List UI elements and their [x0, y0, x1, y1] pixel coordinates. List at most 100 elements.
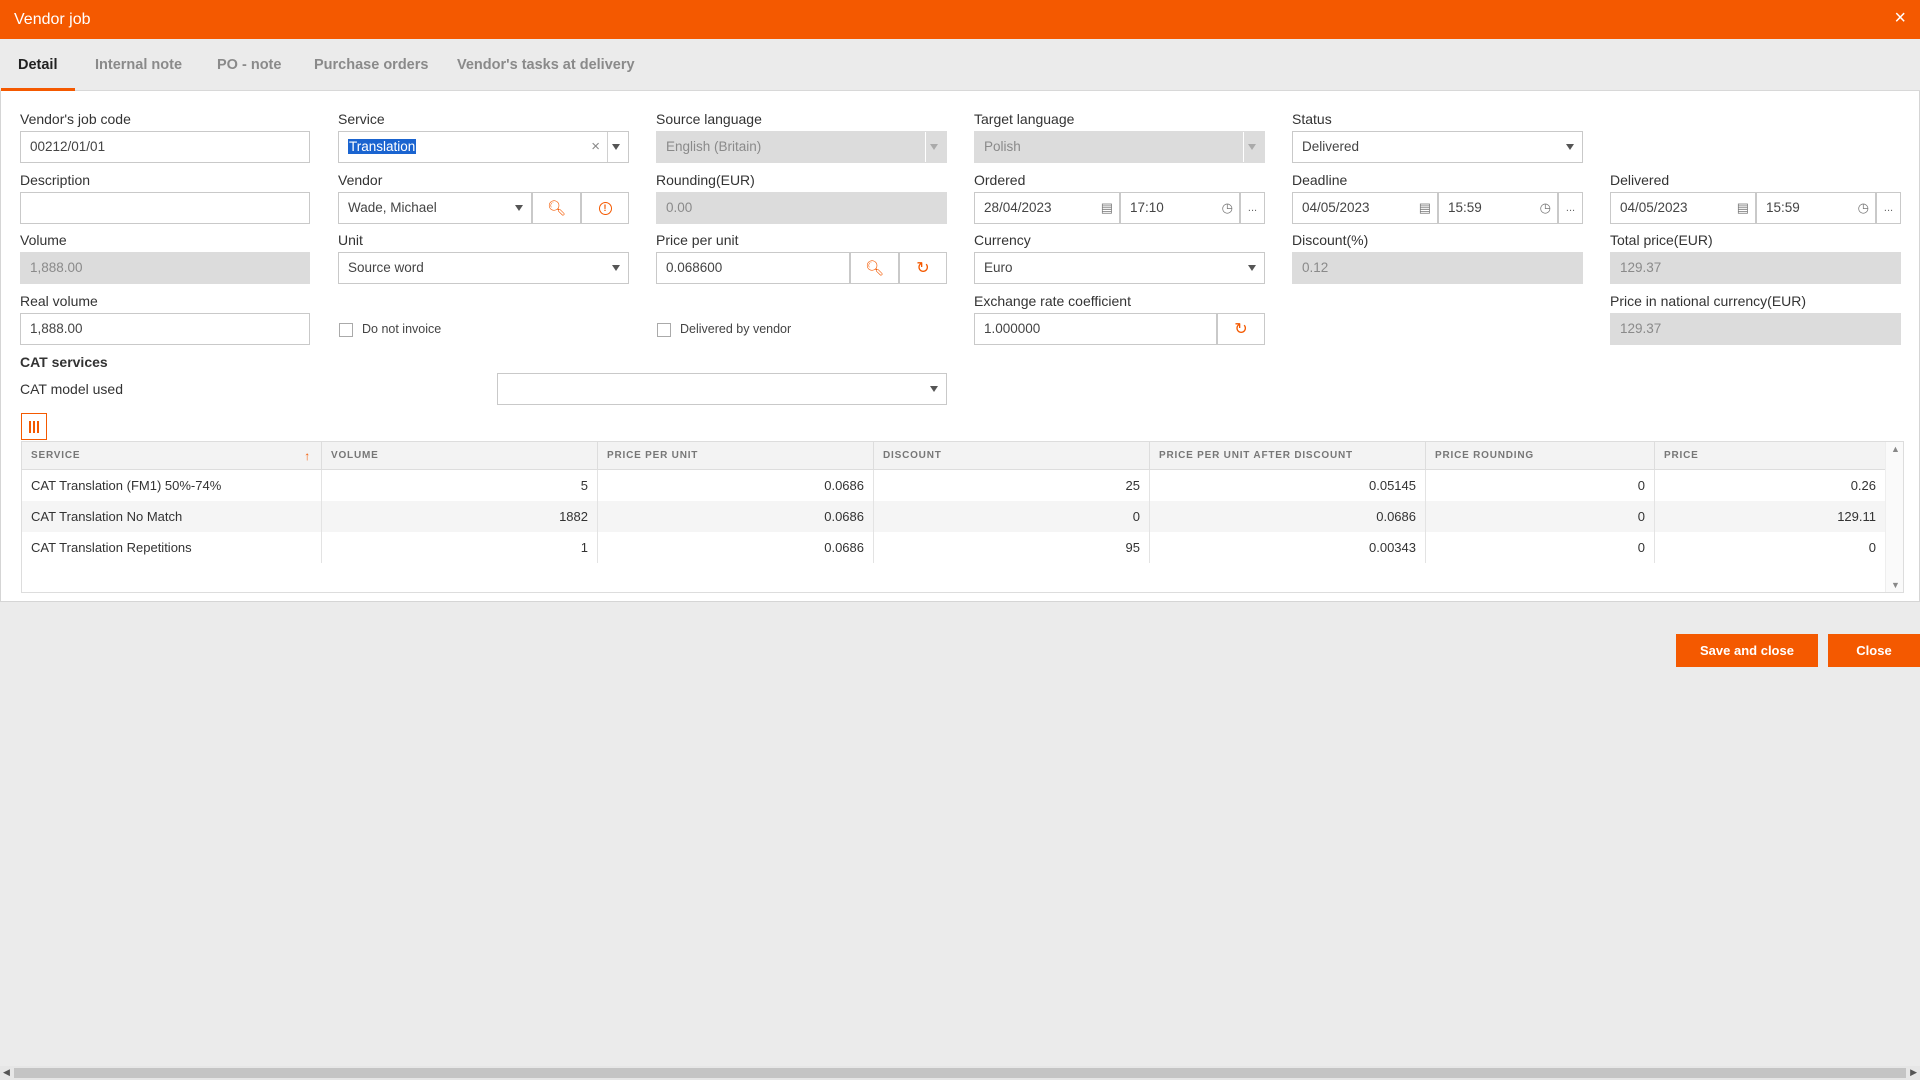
tab-purchase-orders[interactable]: Purchase orders — [314, 39, 428, 91]
ordered-more-button[interactable]: ... — [1240, 192, 1265, 224]
column-header-price-per-unit[interactable]: PRICE PER UNIT — [598, 442, 874, 470]
target-language-label: Target language — [974, 111, 1075, 127]
source-language-select[interactable]: English (Britain) — [656, 131, 947, 163]
delivered-time-input[interactable]: 15:59 ◷ — [1756, 192, 1876, 224]
chevron-down-icon — [1248, 265, 1256, 271]
ordered-time-value: 17:10 — [1130, 200, 1164, 215]
ordered-date-value: 28/04/2023 — [984, 200, 1052, 215]
discount-input: 0.12 — [1292, 252, 1583, 284]
page-horizontal-scrollbar[interactable]: ◀ ▶ — [0, 1066, 1920, 1080]
cat-model-select[interactable] — [497, 373, 947, 405]
price-national-value: 129.37 — [1620, 321, 1662, 336]
deadline-date-input[interactable]: 04/05/2023 ▤ — [1292, 192, 1438, 224]
vendor-value: Wade, Michael — [348, 200, 437, 215]
cell-price-rounding: 0 — [1426, 501, 1655, 532]
chevron-down-icon — [515, 205, 523, 211]
ordered-time-input[interactable]: 17:10 ◷ — [1120, 192, 1240, 224]
service-select[interactable]: Translation × — [338, 131, 629, 163]
ordered-date-input[interactable]: 28/04/2023 ▤ — [974, 192, 1120, 224]
table-row[interactable]: CAT Translation Repetitions 1 0.0686 95 … — [22, 532, 1886, 563]
volume-input: 1,888.00 — [20, 252, 310, 284]
exchange-rate-label: Exchange rate coefficient — [974, 293, 1131, 309]
column-header-price-after-discount[interactable]: PRICE PER UNIT AFTER DISCOUNT — [1150, 442, 1426, 470]
unit-select[interactable]: Source word — [338, 252, 629, 284]
total-price-input: 129.37 — [1610, 252, 1901, 284]
clear-icon[interactable]: × — [591, 132, 600, 162]
chevron-down-icon — [612, 265, 620, 271]
column-chooser-button[interactable] — [21, 413, 47, 440]
cell-price-rounding: 0 — [1426, 470, 1655, 501]
close-icon[interactable]: × — [1894, 8, 1906, 28]
delivered-by-vendor-checkbox[interactable] — [657, 323, 671, 337]
scroll-left-icon[interactable]: ◀ — [3, 1067, 10, 1078]
column-header-label: SERVICE — [31, 450, 81, 461]
tab-detail[interactable]: Detail — [1, 39, 74, 91]
cell-volume: 5 — [322, 470, 598, 501]
status-label: Status — [1292, 111, 1332, 127]
info-icon: ! — [598, 201, 612, 215]
do-not-invoice-checkbox[interactable] — [339, 323, 353, 337]
vendors-job-code-input[interactable]: 00212/01/01 — [20, 131, 310, 163]
refresh-icon: ↻ — [1234, 321, 1248, 338]
cell-service: CAT Translation (FM1) 50%-74% — [22, 470, 322, 501]
column-header-price-rounding[interactable]: PRICE ROUNDING — [1426, 442, 1655, 470]
target-language-select[interactable]: Polish — [974, 131, 1265, 163]
table-row[interactable]: CAT Translation (FM1) 50%-74% 5 0.0686 2… — [22, 470, 1886, 501]
refresh-icon: ↻ — [916, 260, 930, 277]
close-button[interactable]: Close — [1828, 634, 1920, 667]
vendor-select[interactable]: Wade, Michael — [338, 192, 532, 224]
delivered-date-value: 04/05/2023 — [1620, 200, 1688, 215]
clock-icon[interactable]: ◷ — [1222, 193, 1233, 223]
price-per-unit-input[interactable]: 0.068600 — [656, 252, 850, 284]
exchange-rate-input[interactable]: 1.000000 — [974, 313, 1217, 345]
scroll-right-icon[interactable]: ▶ — [1910, 1067, 1917, 1078]
scroll-up-icon[interactable]: ▲ — [1891, 444, 1900, 454]
clock-icon[interactable]: ◷ — [1858, 193, 1869, 223]
calendar-icon[interactable]: ▤ — [1101, 193, 1113, 223]
scrollbar-thumb[interactable] — [14, 1068, 1906, 1078]
total-price-value: 129.37 — [1620, 260, 1662, 275]
real-volume-input[interactable]: 1,888.00 — [20, 313, 310, 345]
calendar-icon[interactable]: ▤ — [1737, 193, 1749, 223]
cell-price-after-discount: 0.05145 — [1150, 470, 1426, 501]
vendor-info-button[interactable]: ! — [581, 192, 629, 224]
cell-price-per-unit: 0.0686 — [598, 532, 874, 563]
cell-price: 0 — [1655, 532, 1886, 563]
save-and-close-button[interactable]: Save and close — [1676, 634, 1818, 667]
tab-vendors-tasks[interactable]: Vendor's tasks at delivery — [457, 39, 635, 91]
deadline-time-input[interactable]: 15:59 ◷ — [1438, 192, 1558, 224]
cell-volume: 1 — [322, 532, 598, 563]
clock-icon[interactable]: ◷ — [1540, 193, 1551, 223]
price-search-button[interactable]: 🔍︎ — [850, 252, 899, 284]
service-value: Translation — [348, 139, 417, 154]
window-titlebar: Vendor job × — [0, 0, 1920, 39]
price-national-input: 129.37 — [1610, 313, 1901, 345]
deadline-more-button[interactable]: ... — [1558, 192, 1583, 224]
table-vertical-scrollbar[interactable]: ▲ ▼ — [1885, 442, 1903, 592]
status-select[interactable]: Delivered — [1292, 131, 1583, 163]
tab-po-note[interactable]: PO - note — [217, 39, 281, 91]
table-row[interactable]: CAT Translation No Match 1882 0.0686 0 0… — [22, 501, 1886, 532]
exchange-rate-refresh-button[interactable]: ↻ — [1217, 313, 1265, 345]
delivered-more-button[interactable]: ... — [1876, 192, 1901, 224]
cell-price: 129.11 — [1655, 501, 1886, 532]
chevron-down-icon — [1248, 144, 1256, 150]
scroll-down-icon[interactable]: ▼ — [1891, 580, 1900, 590]
description-input[interactable] — [20, 192, 310, 224]
price-refresh-button[interactable]: ↻ — [899, 252, 947, 284]
calendar-icon[interactable]: ▤ — [1419, 193, 1431, 223]
cell-discount: 25 — [874, 470, 1150, 501]
column-header-service[interactable]: SERVICE ↑ — [22, 442, 322, 470]
column-header-price[interactable]: PRICE — [1655, 442, 1886, 470]
column-header-discount[interactable]: DISCOUNT — [874, 442, 1150, 470]
tab-internal-note[interactable]: Internal note — [95, 39, 182, 91]
cell-volume: 1882 — [322, 501, 598, 532]
chevron-down-icon — [930, 386, 938, 392]
tab-bar: Detail Internal note PO - note Purchase … — [0, 39, 1920, 91]
column-header-volume[interactable]: VOLUME — [322, 442, 598, 470]
currency-select[interactable]: Euro — [974, 252, 1265, 284]
unit-label: Unit — [338, 232, 363, 248]
delivered-date-input[interactable]: 04/05/2023 ▤ — [1610, 192, 1756, 224]
vendor-search-button[interactable]: 🔍︎ — [532, 192, 581, 224]
cell-price-after-discount: 0.00343 — [1150, 532, 1426, 563]
